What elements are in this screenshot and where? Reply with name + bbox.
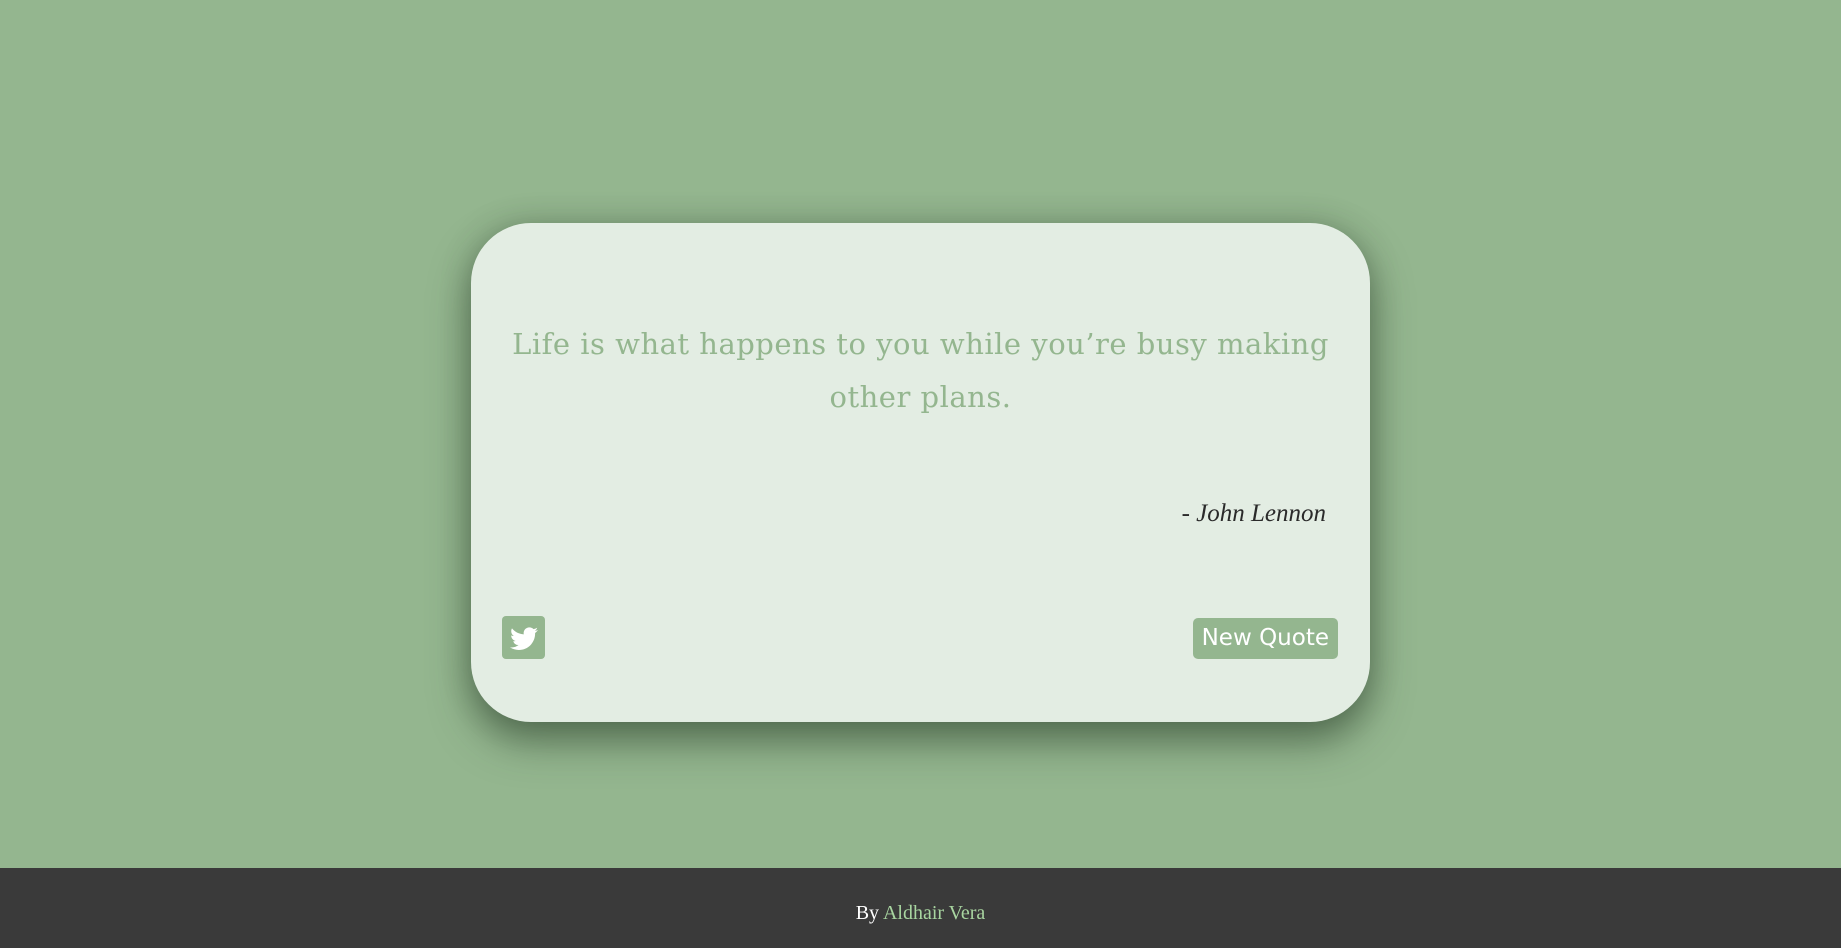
- tweet-button[interactable]: [502, 616, 545, 659]
- author-link[interactable]: Aldhair Vera: [883, 902, 985, 924]
- footer-prefix: By: [855, 902, 880, 924]
- new-quote-button[interactable]: New Quote: [1192, 618, 1338, 659]
- quote-card: Life is what happens to you while you’re…: [471, 223, 1370, 722]
- quote-text: Life is what happens to you while you’re…: [512, 327, 1329, 414]
- quote-author: - John Lennon: [1181, 500, 1326, 527]
- footer: By Aldhair Vera: [0, 868, 1841, 948]
- footer-credit: By Aldhair Vera: [0, 902, 1841, 925]
- twitter-icon: [508, 622, 540, 654]
